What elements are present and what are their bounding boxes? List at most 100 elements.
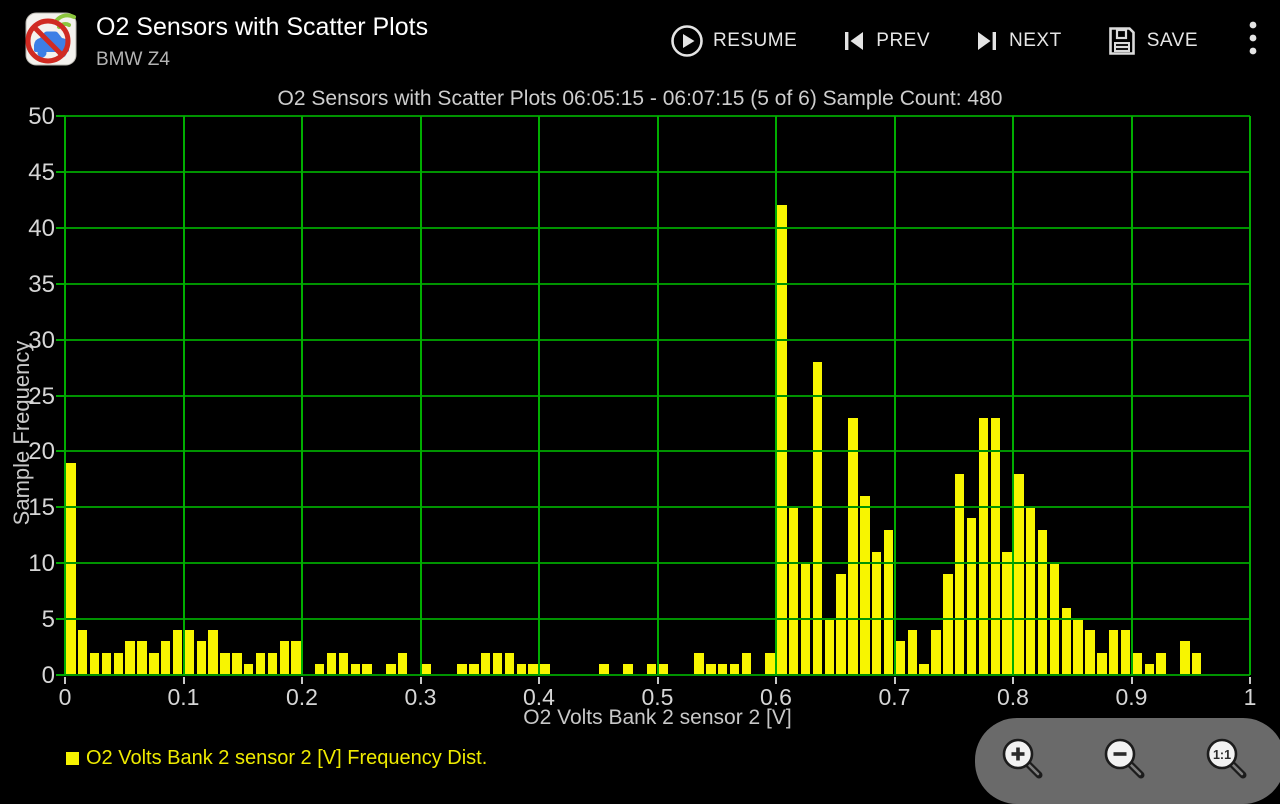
histogram-bar: [1109, 630, 1118, 675]
x-tick: [894, 677, 896, 684]
histogram-bar: [777, 205, 786, 675]
histogram-bar: [481, 653, 490, 675]
histogram-bar: [149, 653, 158, 675]
x-tick: [1012, 677, 1014, 684]
resume-label: RESUME: [713, 30, 797, 52]
histogram-bar: [979, 418, 988, 675]
histogram-bar: [291, 641, 300, 675]
y-tick: [56, 618, 65, 620]
gridline-vertical: [1249, 116, 1251, 675]
floppy-save-icon: [1106, 25, 1138, 57]
histogram-bar: [789, 507, 798, 675]
app-title: O2 Sensors with Scatter Plots: [96, 13, 428, 42]
histogram-bar: [1192, 653, 1201, 675]
prev-button[interactable]: PREV: [841, 28, 930, 54]
action-buttons: RESUME PREV NEXT SAVE: [670, 0, 1264, 82]
histogram-bar: [1038, 530, 1047, 675]
histogram-bar: [742, 653, 751, 675]
histogram-bar: [90, 653, 99, 675]
y-tick-label: 5: [0, 606, 55, 634]
overflow-menu-button[interactable]: [1242, 17, 1264, 66]
histogram-bar: [137, 641, 146, 675]
x-tick: [1249, 677, 1251, 684]
y-tick: [56, 171, 65, 173]
zoom-out-icon: [1100, 734, 1148, 782]
histogram-bar: [398, 653, 407, 675]
x-tick: [657, 677, 659, 684]
gridline-vertical: [301, 116, 303, 675]
y-tick: [56, 506, 65, 508]
histogram-bar: [161, 641, 170, 675]
y-tick: [56, 562, 65, 564]
gridline-vertical: [1012, 116, 1014, 675]
histogram-bar: [991, 418, 1000, 675]
x-tick: [420, 677, 422, 684]
y-tick: [56, 283, 65, 285]
gridline-vertical: [538, 116, 540, 675]
y-tick: [56, 339, 65, 341]
zoom-in-button[interactable]: [998, 734, 1046, 782]
app-subtitle: BMW Z4: [96, 49, 170, 71]
histogram-bar: [173, 630, 182, 675]
skip-next-icon: [974, 28, 1000, 54]
app-header: O2 Sensors with Scatter Plots BMW Z4 RES…: [0, 0, 1280, 82]
histogram-bar: [256, 653, 265, 675]
histogram-bar: [197, 641, 206, 675]
y-tick: [56, 395, 65, 397]
histogram-bar: [908, 630, 917, 675]
histogram-bar: [848, 418, 857, 675]
histogram-bar: [268, 653, 277, 675]
histogram-bar: [1097, 653, 1106, 675]
histogram-bar: [931, 630, 940, 675]
histogram-bar: [220, 653, 229, 675]
zoom-reset-button[interactable]: 1:1: [1202, 734, 1250, 782]
resume-button[interactable]: RESUME: [670, 24, 797, 58]
next-label: NEXT: [1009, 30, 1062, 52]
histogram-bar: [1085, 630, 1094, 675]
gridline-vertical: [894, 116, 896, 675]
gridline-vertical: [657, 116, 659, 675]
histogram-bar: [955, 474, 964, 675]
legend-swatch: [66, 752, 79, 765]
y-tick-label: 40: [0, 215, 55, 243]
zoom-controls-panel: 1:1: [975, 718, 1280, 804]
save-button[interactable]: SAVE: [1106, 25, 1198, 57]
histogram-bar: [1026, 507, 1035, 675]
histogram-bar: [872, 552, 881, 675]
histogram-bar: [1073, 619, 1082, 675]
histogram-bar: [232, 653, 241, 675]
y-tick-label: 30: [0, 327, 55, 355]
histogram-bar: [825, 619, 834, 675]
histogram-bar: [765, 653, 774, 675]
y-tick: [56, 674, 65, 676]
histogram-bar: [185, 630, 194, 675]
histogram-bar: [327, 653, 336, 675]
x-tick: [183, 677, 185, 684]
x-tick: [301, 677, 303, 684]
y-tick-label: 25: [0, 383, 55, 411]
histogram-bar: [493, 653, 502, 675]
gridline-vertical: [1131, 116, 1133, 675]
y-tick-label: 20: [0, 438, 55, 466]
y-tick-label: 15: [0, 494, 55, 522]
histogram-bar: [1121, 630, 1130, 675]
histogram-bar: [1133, 653, 1142, 675]
plot-area[interactable]: [65, 116, 1250, 675]
y-tick: [56, 115, 65, 117]
next-button[interactable]: NEXT: [974, 28, 1062, 54]
histogram-bar: [860, 496, 869, 675]
histogram-bar: [1156, 653, 1165, 675]
zoom-out-button[interactable]: [1100, 734, 1148, 782]
y-tick-label: 45: [0, 159, 55, 187]
save-label: SAVE: [1147, 30, 1198, 52]
x-tick: [775, 677, 777, 684]
y-tick: [56, 227, 65, 229]
histogram-bar: [884, 530, 893, 675]
zoom-in-icon: [998, 734, 1046, 782]
x-tick: [538, 677, 540, 684]
app-icon[interactable]: [25, 11, 77, 67]
gridline-vertical: [775, 116, 777, 675]
histogram-bar: [114, 653, 123, 675]
gridline-vertical: [183, 116, 185, 675]
x-tick: [64, 677, 66, 684]
